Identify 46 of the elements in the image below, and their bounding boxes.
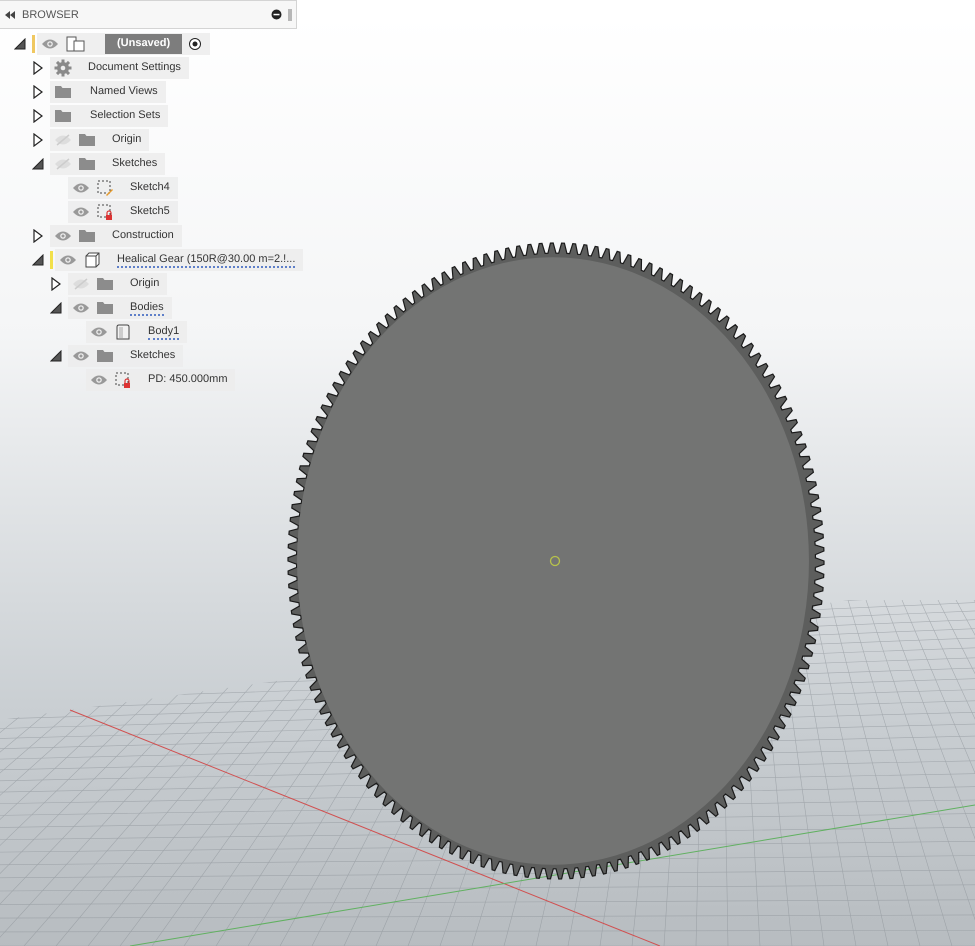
origin-point-icon (550, 556, 560, 566)
collapsed-arrow-icon[interactable] (33, 133, 43, 147)
tree-item[interactable]: Origin (68, 273, 168, 295)
tree-item[interactable]: Origin (50, 129, 150, 151)
panel-title: BROWSER (22, 8, 80, 20)
tree-item[interactable]: Construction (50, 225, 182, 247)
tree-item[interactable]: Healical Gear (150R@30.00 m=2.!... (55, 249, 304, 271)
sketch-pencil-icon (96, 179, 114, 197)
collapsed-arrow-icon[interactable] (51, 277, 61, 291)
resize-handle-icon[interactable] (288, 8, 292, 20)
gear-icon (54, 59, 72, 77)
tree-item[interactable]: Body1 (86, 321, 188, 343)
body-icon (114, 323, 132, 341)
folder-icon (78, 157, 96, 171)
expanded-arrow-icon[interactable] (32, 158, 44, 170)
sketch-lock-icon (114, 371, 132, 389)
folder-icon (96, 301, 114, 315)
expanded-arrow-icon[interactable] (14, 38, 26, 50)
collapsed-arrow-icon[interactable] (33, 109, 43, 123)
tree-item[interactable]: Bodies (68, 297, 172, 319)
folder-icon (96, 349, 114, 363)
expanded-arrow-icon[interactable] (32, 254, 44, 266)
tree-item[interactable]: Sketch4 (68, 177, 178, 199)
collapsed-arrow-icon[interactable] (33, 229, 43, 243)
expanded-arrow-icon[interactable] (50, 302, 62, 314)
component-icon (83, 251, 101, 269)
folder-icon (54, 109, 72, 123)
tree-item[interactable]: PD: 450.000mm (86, 369, 236, 391)
folder-icon (78, 133, 96, 147)
tree-item[interactable]: Sketches (68, 345, 184, 367)
folder-icon (54, 85, 72, 99)
tree-item[interactable]: (Unsaved) (37, 33, 210, 55)
folder-icon (96, 277, 114, 291)
tree-item[interactable]: Named Views (50, 81, 166, 103)
tree-item[interactable]: Sketch5 (68, 201, 178, 223)
collapsed-arrow-icon[interactable] (33, 61, 43, 75)
active-radio-icon[interactable] (188, 37, 202, 51)
tree-item[interactable]: Selection Sets (50, 105, 168, 127)
folder-icon (78, 229, 96, 243)
tree-item[interactable]: Sketches (50, 153, 166, 175)
minimize-icon[interactable] (271, 9, 282, 20)
tree-item[interactable]: Document Settings (50, 57, 189, 79)
sketch-lock-icon (96, 203, 114, 221)
collapse-panel-icon[interactable] (4, 10, 16, 18)
expanded-arrow-icon[interactable] (50, 350, 62, 362)
collapsed-arrow-icon[interactable] (33, 85, 43, 99)
